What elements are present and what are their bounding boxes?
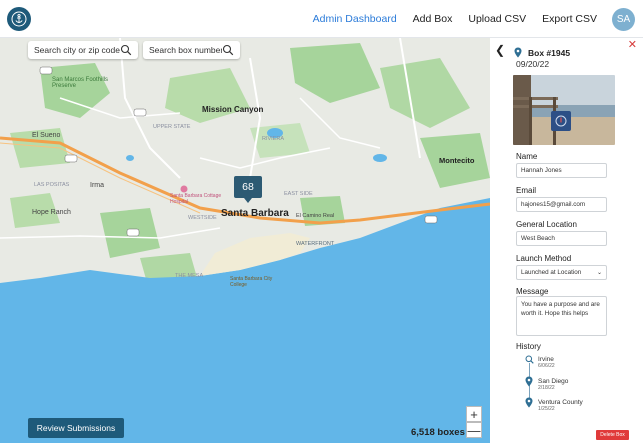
history-item: Ventura County 1/25/22 — [538, 399, 583, 412]
map-view[interactable]: San Marcos Foothills Preserve Mission Ca… — [0, 38, 490, 443]
email-label: Email — [516, 186, 537, 195]
map-label-hope-ranch: Hope Ranch — [32, 209, 71, 216]
history-item: Irvine 6/06/22 — [538, 356, 555, 369]
search-icon[interactable] — [222, 44, 234, 56]
history-date: 2/18/22 — [538, 385, 555, 391]
map-label-cottage-hospital: Santa Barbara Cottage Hospital — [170, 193, 222, 205]
launch-method-select[interactable]: Launched at Location ⌄ — [516, 265, 607, 280]
map-label-westside: WESTSIDE — [188, 215, 217, 221]
zoom-out-button[interactable]: — — [466, 422, 482, 438]
map-pin-icon — [525, 397, 533, 408]
map-label-san-marcos: San Marcos Foothills Preserve — [52, 77, 109, 89]
message-textarea[interactable]: You have a purpose and are worth it. Hop… — [516, 296, 607, 336]
close-icon[interactable]: ✕ — [628, 38, 637, 51]
history-item: San Diego 2/18/22 — [538, 378, 568, 391]
email-field[interactable]: hajones15@gmail.com — [516, 197, 607, 212]
box-details-panel: ❮ ✕ Box #1945 09/20/22 Name Hannah Jones… — [490, 38, 643, 443]
map-label-el-camino-real: El Camino Real — [296, 213, 335, 219]
box-search-box — [143, 41, 240, 59]
box-date: 09/20/22 — [516, 59, 550, 69]
map-label-mission-canyon: Mission Canyon — [202, 105, 264, 114]
nav-add-box[interactable]: Add Box — [413, 13, 453, 25]
map-label-irma: Irma — [90, 182, 104, 189]
location-field[interactable]: West Beach — [516, 231, 607, 246]
map-label-waterfront: WATERFRONT — [296, 241, 335, 247]
map-pin-icon — [525, 376, 533, 387]
launch-method-value: Launched at Location — [521, 269, 582, 276]
top-nav: Admin Dashboard Add Box Upload CSV Expor… — [0, 0, 643, 38]
avatar[interactable]: SA — [612, 8, 635, 31]
nav-links: Admin Dashboard Add Box Upload CSV Expor… — [313, 0, 597, 38]
map-label-east-side: EAST SIDE — [284, 191, 313, 197]
message-label: Message — [516, 287, 549, 296]
map-label-montecito: Montecito — [439, 156, 475, 165]
history-date: 6/06/22 — [538, 363, 555, 369]
anchor-logo-icon[interactable] — [7, 7, 31, 31]
nav-upload-csv[interactable]: Upload CSV — [468, 13, 526, 25]
history-place: San Diego — [538, 378, 569, 385]
box-photo — [513, 75, 615, 145]
map-background — [0, 38, 490, 443]
search-icon — [525, 355, 534, 364]
delete-box-button[interactable]: Delete Box — [596, 430, 629, 440]
name-field[interactable]: Hannah Jones — [516, 163, 607, 178]
search-icon[interactable] — [120, 44, 132, 56]
zoom-in-button[interactable]: + — [466, 406, 482, 422]
map-label-upper-state: UPPER STATE — [153, 124, 191, 130]
map-cluster-marker[interactable]: 68 — [234, 176, 262, 203]
box-title: Box #1945 — [528, 48, 571, 58]
launch-method-label: Launch Method — [516, 254, 572, 263]
history-date: 1/25/22 — [538, 406, 555, 412]
nav-export-csv[interactable]: Export CSV — [542, 13, 597, 25]
map-label-las-positas: LAS POSITAS — [34, 182, 70, 188]
city-search-input[interactable] — [34, 45, 120, 55]
history-label: History — [516, 342, 541, 351]
box-count-label: 6,518 boxes — [411, 427, 465, 438]
name-label: Name — [516, 152, 538, 161]
map-label-santa-barbara: Santa Barbara — [221, 208, 289, 219]
map-label-the-mesa: THE MESA — [175, 273, 204, 279]
box-number-search-input[interactable] — [149, 45, 222, 55]
review-submissions-button[interactable]: Review Submissions — [28, 418, 124, 438]
city-search-box — [28, 41, 138, 59]
map-label-riviera: RIVIERA — [262, 136, 285, 142]
history-place: Ventura County — [538, 399, 583, 406]
map-label-city-college: Santa Barbara City College — [230, 276, 273, 288]
map-label-el-sueno: El Sueno — [32, 132, 61, 139]
location-label: General Location — [516, 220, 577, 229]
chevron-down-icon: ⌄ — [596, 270, 602, 276]
history-place: Irvine — [538, 356, 554, 363]
back-chevron-icon[interactable]: ❮ — [495, 43, 505, 57]
nav-admin-dashboard[interactable]: Admin Dashboard — [313, 13, 397, 25]
map-pin-icon — [514, 47, 522, 58]
